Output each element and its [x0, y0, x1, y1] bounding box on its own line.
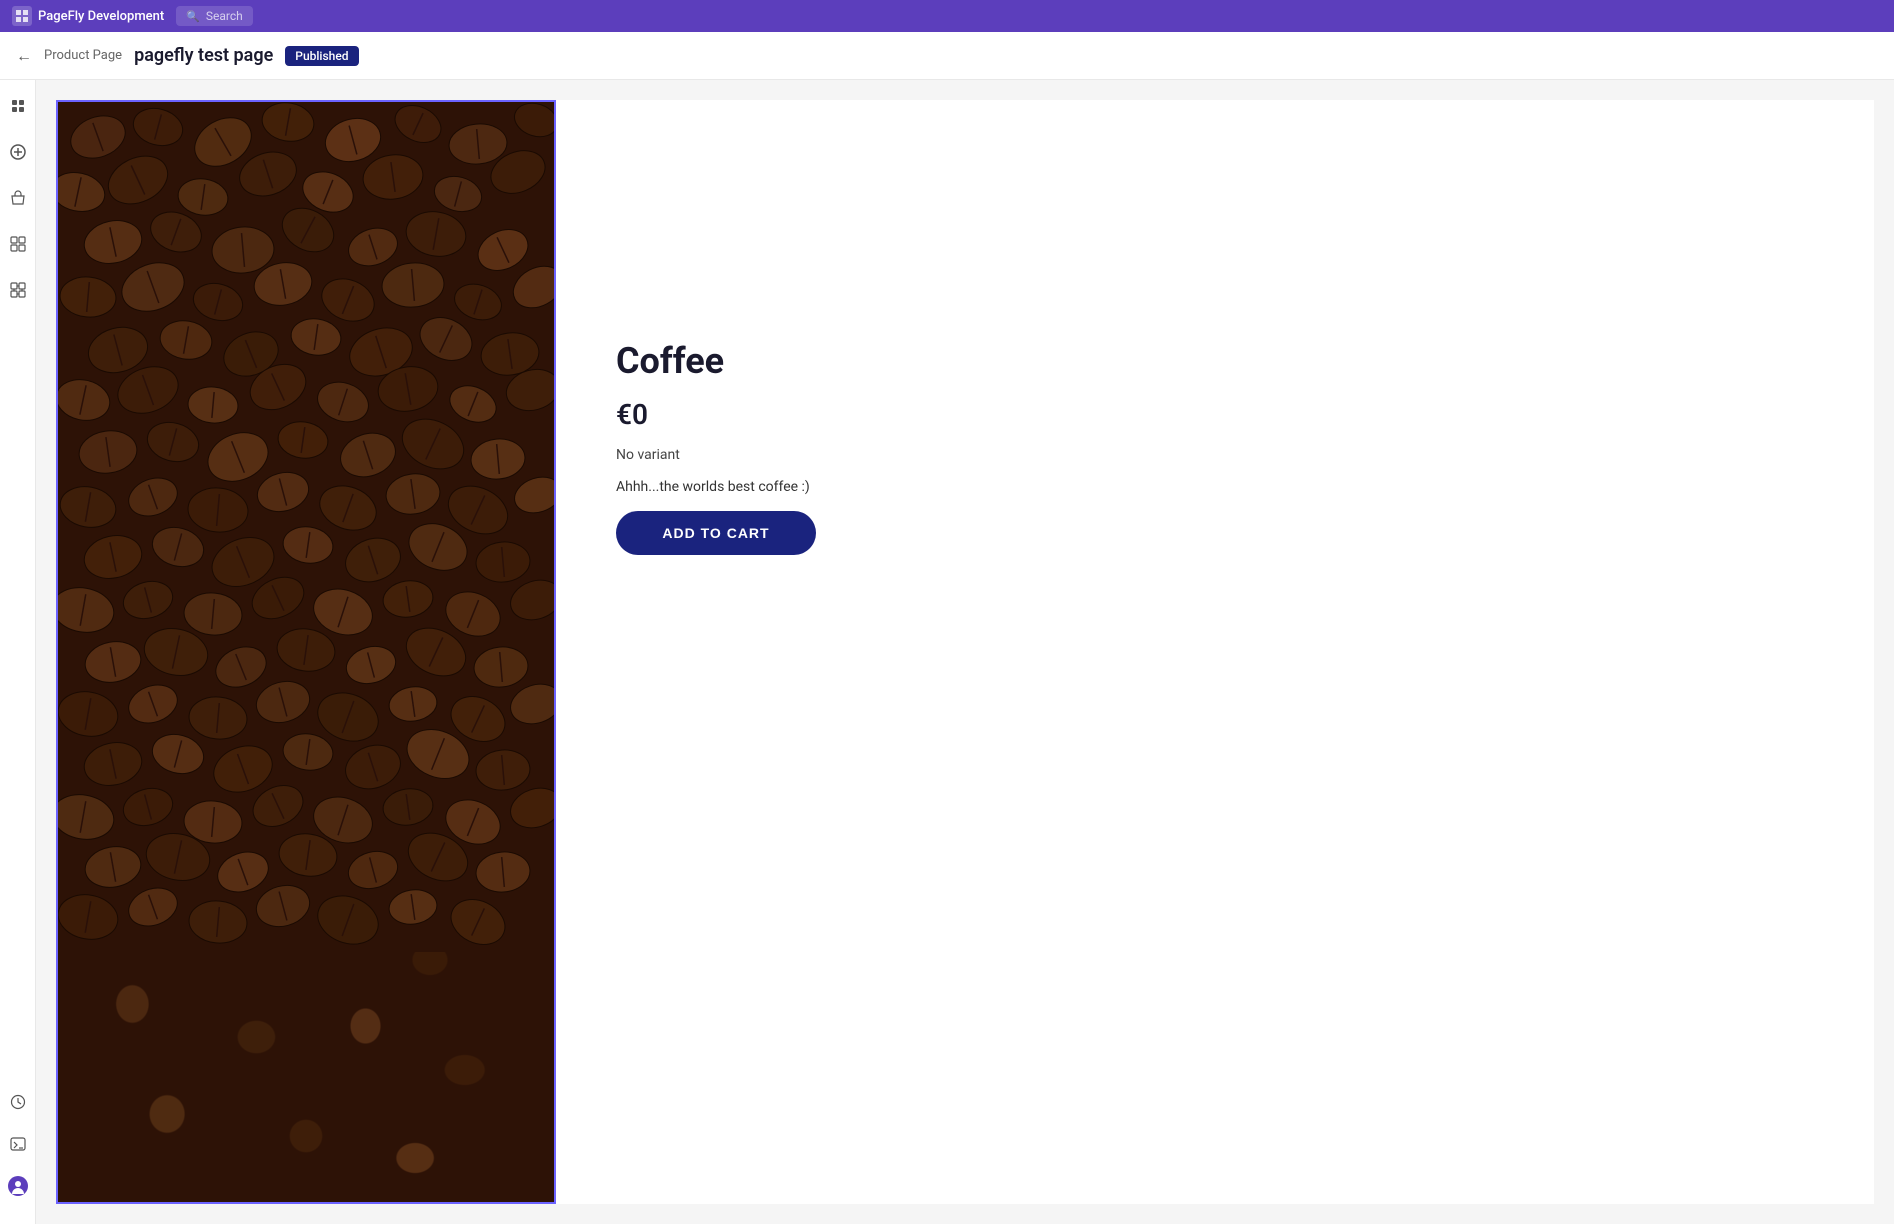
- secondary-header: ← Product Page pagefly test page Publish…: [0, 32, 1894, 80]
- add-element-icon[interactable]: [4, 138, 32, 166]
- terminal-icon[interactable]: [4, 1130, 32, 1158]
- product-details: Coffee €0 No variant Ahhh...the worlds b…: [556, 100, 1874, 1204]
- product-preview: Coffee €0 No variant Ahhh...the worlds b…: [56, 100, 1874, 1204]
- sidebar-bottom: [4, 1088, 32, 1212]
- product-image-container: [56, 100, 556, 1204]
- app-name-label: PageFly Development: [38, 9, 164, 24]
- content-area: Coffee €0 No variant Ahhh...the worlds b…: [36, 80, 1894, 1224]
- breadcrumb: Product Page: [44, 48, 122, 63]
- product-name: Coffee: [616, 340, 1814, 382]
- page-title: pagefly test page: [134, 45, 273, 66]
- pagefly-logo-icon: [12, 6, 32, 26]
- components-icon[interactable]: [4, 276, 32, 304]
- app-logo: PageFly Development: [12, 6, 164, 26]
- main-layout: Coffee €0 No variant Ahhh...the worlds b…: [0, 80, 1894, 1224]
- published-badge: Published: [285, 46, 358, 66]
- grid-icon[interactable]: [4, 230, 32, 258]
- layers-icon[interactable]: [4, 92, 32, 120]
- product-variant: No variant: [616, 447, 1814, 463]
- add-to-cart-button[interactable]: ADD TO CART: [616, 511, 816, 555]
- top-navbar: PageFly Development Search: [0, 0, 1894, 32]
- history-icon[interactable]: [4, 1088, 32, 1116]
- back-button[interactable]: ←: [16, 46, 32, 66]
- left-sidebar: [0, 80, 36, 1224]
- search-icon: [186, 9, 200, 23]
- coffee-beans-image: [58, 102, 554, 1202]
- coffee-beans-svg: [58, 102, 556, 952]
- search-bar[interactable]: Search: [176, 6, 253, 26]
- product-price: €0: [616, 398, 1814, 431]
- store-icon[interactable]: [4, 184, 32, 212]
- product-description: Ahhh...the worlds best coffee :): [616, 479, 1814, 495]
- user-avatar[interactable]: [4, 1172, 32, 1200]
- search-placeholder: Search: [206, 9, 243, 23]
